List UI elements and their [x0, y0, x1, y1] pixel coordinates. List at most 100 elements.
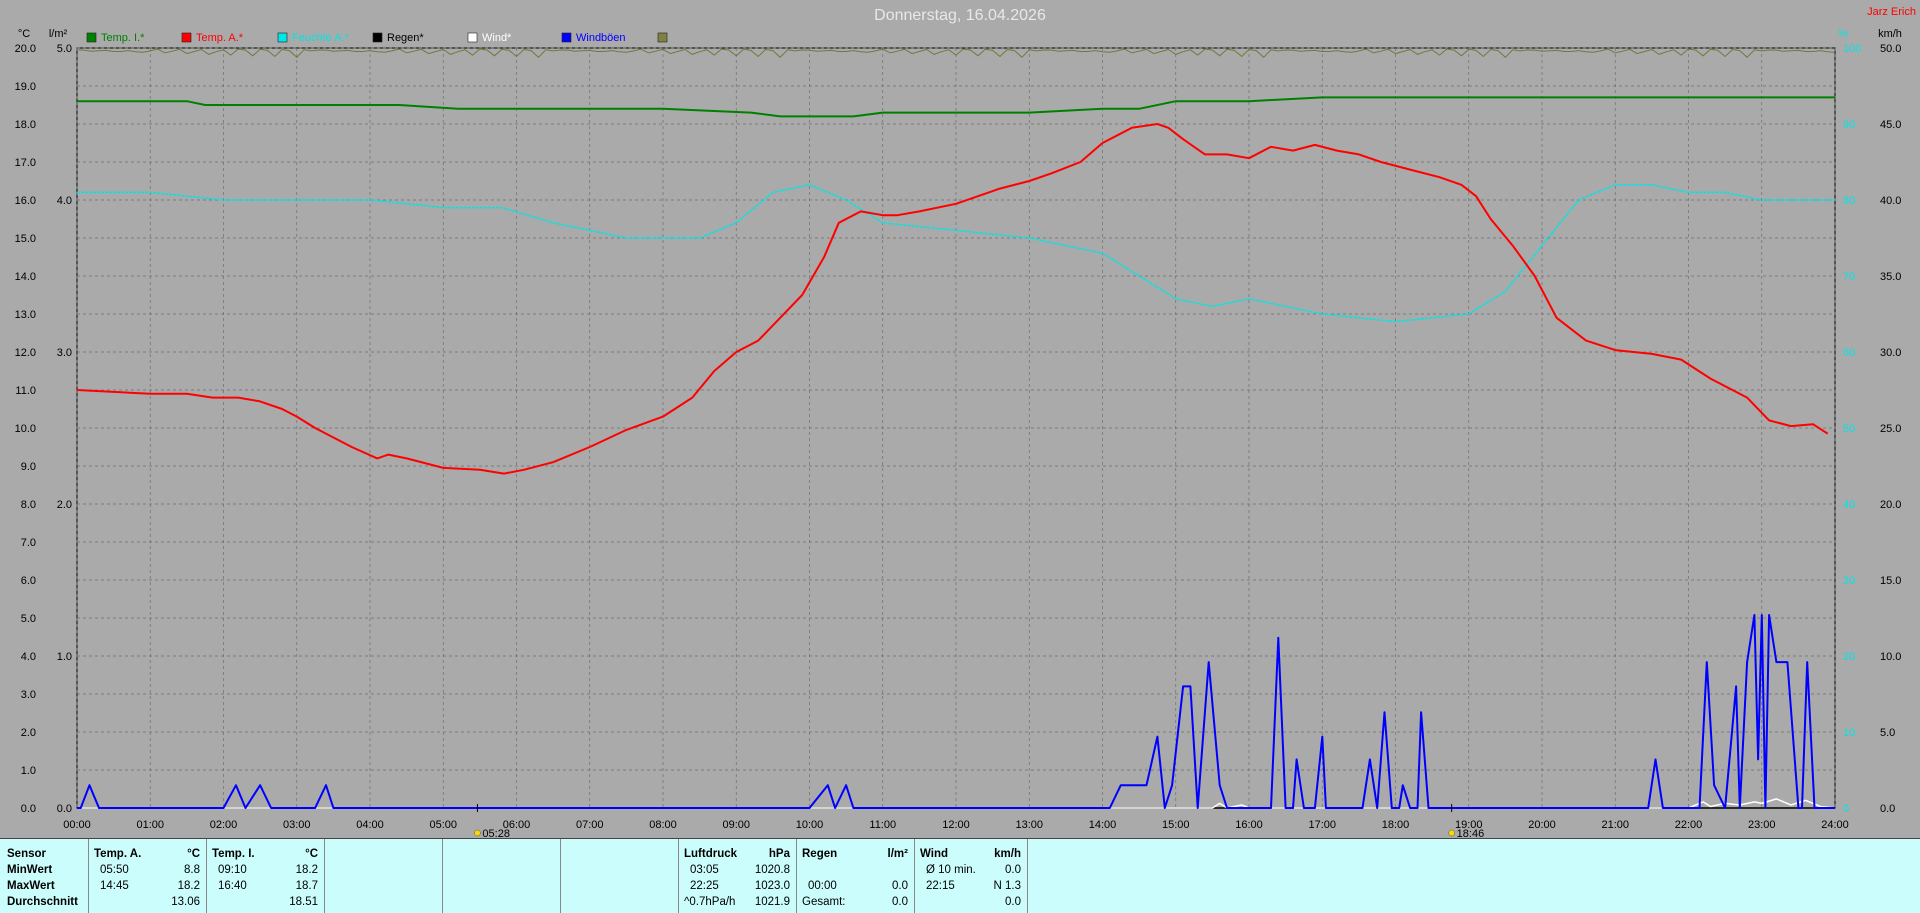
stats-pressure-column: Luftdruck hPa 03:05 1020.8 22:25 1023.0 … — [678, 839, 797, 913]
y-tick-label-humidity: 50 — [1843, 423, 1855, 435]
y-tick-label-wind: 45.0 — [1880, 119, 1901, 131]
y-tick-label-temperature: 20.0 — [15, 43, 36, 55]
stats-temp-outdoor-min-value: 8.8 — [184, 864, 200, 876]
y-tick-label-rain: 0.0 — [57, 803, 72, 815]
y-tick-label-humidity: 0 — [1843, 803, 1849, 815]
stats-pressure-header: Luftdruck — [684, 848, 738, 860]
x-tick-label: 07:00 — [576, 819, 604, 831]
y-tick-label-temperature: 10.0 — [15, 423, 36, 435]
stats-empty-column-1 — [324, 839, 443, 913]
x-tick-label: 15:00 — [1162, 819, 1190, 831]
legend-label: Wind* — [482, 32, 512, 44]
stats-temp-outdoor-column: Temp. A. °C 05:50 8.8 14:45 18.2 13.06 — [88, 839, 207, 913]
stats-empty-column-2 — [442, 839, 561, 913]
stats-empty-column-3 — [560, 839, 679, 913]
stats-temp-indoor-max-value: 18.7 — [295, 880, 318, 892]
stats-pressure-max-value: 1023.0 — [754, 880, 790, 892]
y-tick-label-wind: 50.0 — [1880, 43, 1901, 55]
y-tick-label-wind: 40.0 — [1880, 195, 1901, 207]
y-tick-label-temperature: 7.0 — [21, 537, 36, 549]
x-tick-label: 13:00 — [1015, 819, 1043, 831]
stats-wind-max-value: N 1.3 — [993, 880, 1022, 892]
legend-label: Temp. I.* — [101, 32, 145, 44]
stats-sensor-column: Sensor MinWert MaxWert Durchschnitt — [0, 839, 89, 913]
y-tick-label-temperature: 0.0 — [21, 803, 36, 815]
x-tick-label: 04:00 — [356, 819, 384, 831]
author-credit: Jarz Erich — [1867, 6, 1916, 18]
y-tick-label-temperature: 11.0 — [15, 385, 36, 397]
stats-wind-header: Wind — [920, 848, 948, 860]
stats-rain-header: Regen — [802, 848, 838, 860]
x-tick-label: 05:00 — [429, 819, 457, 831]
x-tick-label: 23:00 — [1748, 819, 1776, 831]
y-tick-label-temperature: 12.0 — [15, 347, 36, 359]
y-tick-label-humidity: 80 — [1843, 195, 1855, 207]
stats-rain-max-value: 0.0 — [892, 880, 908, 892]
sunrise-marker-icon — [474, 829, 481, 837]
x-tick-label: 18:00 — [1382, 819, 1410, 831]
y-tick-label-rain: 3.0 — [57, 347, 72, 359]
stats-max-label: MaxWert — [7, 880, 55, 892]
legend-swatch — [467, 32, 478, 43]
stats-rain-max-time: 00:00 — [808, 880, 837, 892]
y-tick-label-wind: 20.0 — [1880, 499, 1901, 511]
x-tick-label: 22:00 — [1675, 819, 1703, 831]
legend-swatch — [372, 32, 383, 43]
y-tick-label-rain: 2.0 — [57, 499, 72, 511]
x-tick-label: 20:00 — [1528, 819, 1556, 831]
stats-temp-outdoor-header: Temp. A. — [94, 848, 142, 860]
statistics-panel: Sensor MinWert MaxWert Durchschnitt Temp… — [0, 838, 1920, 913]
right-axis-unit-humidity: % — [1838, 28, 1848, 40]
y-tick-label-humidity: 100 — [1843, 43, 1861, 55]
stats-sensor-header: Sensor — [7, 848, 46, 860]
stats-pressure-min-value: 1020.8 — [754, 864, 790, 876]
y-tick-label-wind: 25.0 — [1880, 423, 1901, 435]
sunset-marker-icon — [1448, 829, 1455, 837]
y-tick-label-temperature: 5.0 — [21, 613, 36, 625]
x-tick-label: 09:00 — [722, 819, 750, 831]
stats-temp-outdoor-max-time: 14:45 — [100, 880, 129, 892]
x-tick-label: 14:00 — [1089, 819, 1117, 831]
x-tick-label: 12:00 — [942, 819, 970, 831]
stats-rain-total-label: Gesamt: — [802, 896, 846, 908]
y-tick-label-rain: 5.0 — [57, 43, 72, 55]
legend-label: Regen* — [387, 32, 424, 44]
y-tick-label-wind: 30.0 — [1880, 347, 1901, 359]
y-tick-label-wind: 5.0 — [1880, 727, 1895, 739]
x-tick-label: 21:00 — [1601, 819, 1629, 831]
y-tick-label-humidity: 30 — [1843, 575, 1855, 587]
left-axis-unit-rain: l/m² — [49, 28, 68, 40]
x-tick-label: 11:00 — [869, 819, 896, 831]
legend-swatch — [277, 32, 288, 43]
y-tick-label-temperature: 14.0 — [15, 271, 36, 283]
y-tick-label-wind: 35.0 — [1880, 271, 1901, 283]
y-tick-label-humidity: 20 — [1843, 651, 1855, 663]
x-tick-label: 01:00 — [136, 819, 164, 831]
y-tick-label-humidity: 90 — [1843, 119, 1855, 131]
stats-wind-max-time: 22:15 — [926, 880, 955, 892]
y-tick-label-temperature: 1.0 — [21, 765, 36, 777]
y-tick-label-rain: 1.0 — [57, 651, 72, 663]
stats-temp-outdoor-min-time: 05:50 — [100, 864, 129, 876]
y-tick-label-temperature: 6.0 — [21, 575, 36, 587]
y-tick-label-temperature: 17.0 — [15, 157, 36, 169]
stats-pressure-unit: hPa — [768, 848, 790, 860]
stats-rain-unit: l/m² — [887, 848, 908, 860]
stats-temp-outdoor-avg-value: 13.06 — [171, 896, 200, 908]
stats-temp-indoor-avg-value: 18.51 — [289, 896, 318, 908]
right-axis-unit-wind: km/h — [1878, 28, 1902, 40]
y-tick-label-temperature: 15.0 — [15, 233, 36, 245]
x-tick-label: 00:00 — [63, 819, 91, 831]
stats-temp-indoor-min-time: 09:10 — [218, 864, 247, 876]
stats-min-label: MinWert — [7, 864, 53, 876]
y-tick-label-wind: 15.0 — [1880, 575, 1901, 587]
y-tick-label-temperature: 4.0 — [21, 651, 36, 663]
stats-wind-unit: km/h — [994, 848, 1021, 860]
legend-swatch-pressure — [657, 32, 668, 43]
legend-label: Feuchte A.* — [292, 32, 350, 44]
stats-temp-indoor-column: Temp. I. °C 09:10 18.2 16:40 18.7 18.51 — [206, 839, 325, 913]
stats-temp-outdoor-max-value: 18.2 — [177, 880, 200, 892]
y-tick-label-wind: 10.0 — [1880, 651, 1901, 663]
stats-pressure-avg-value: 1021.9 — [754, 896, 790, 908]
y-tick-label-temperature: 3.0 — [21, 689, 36, 701]
